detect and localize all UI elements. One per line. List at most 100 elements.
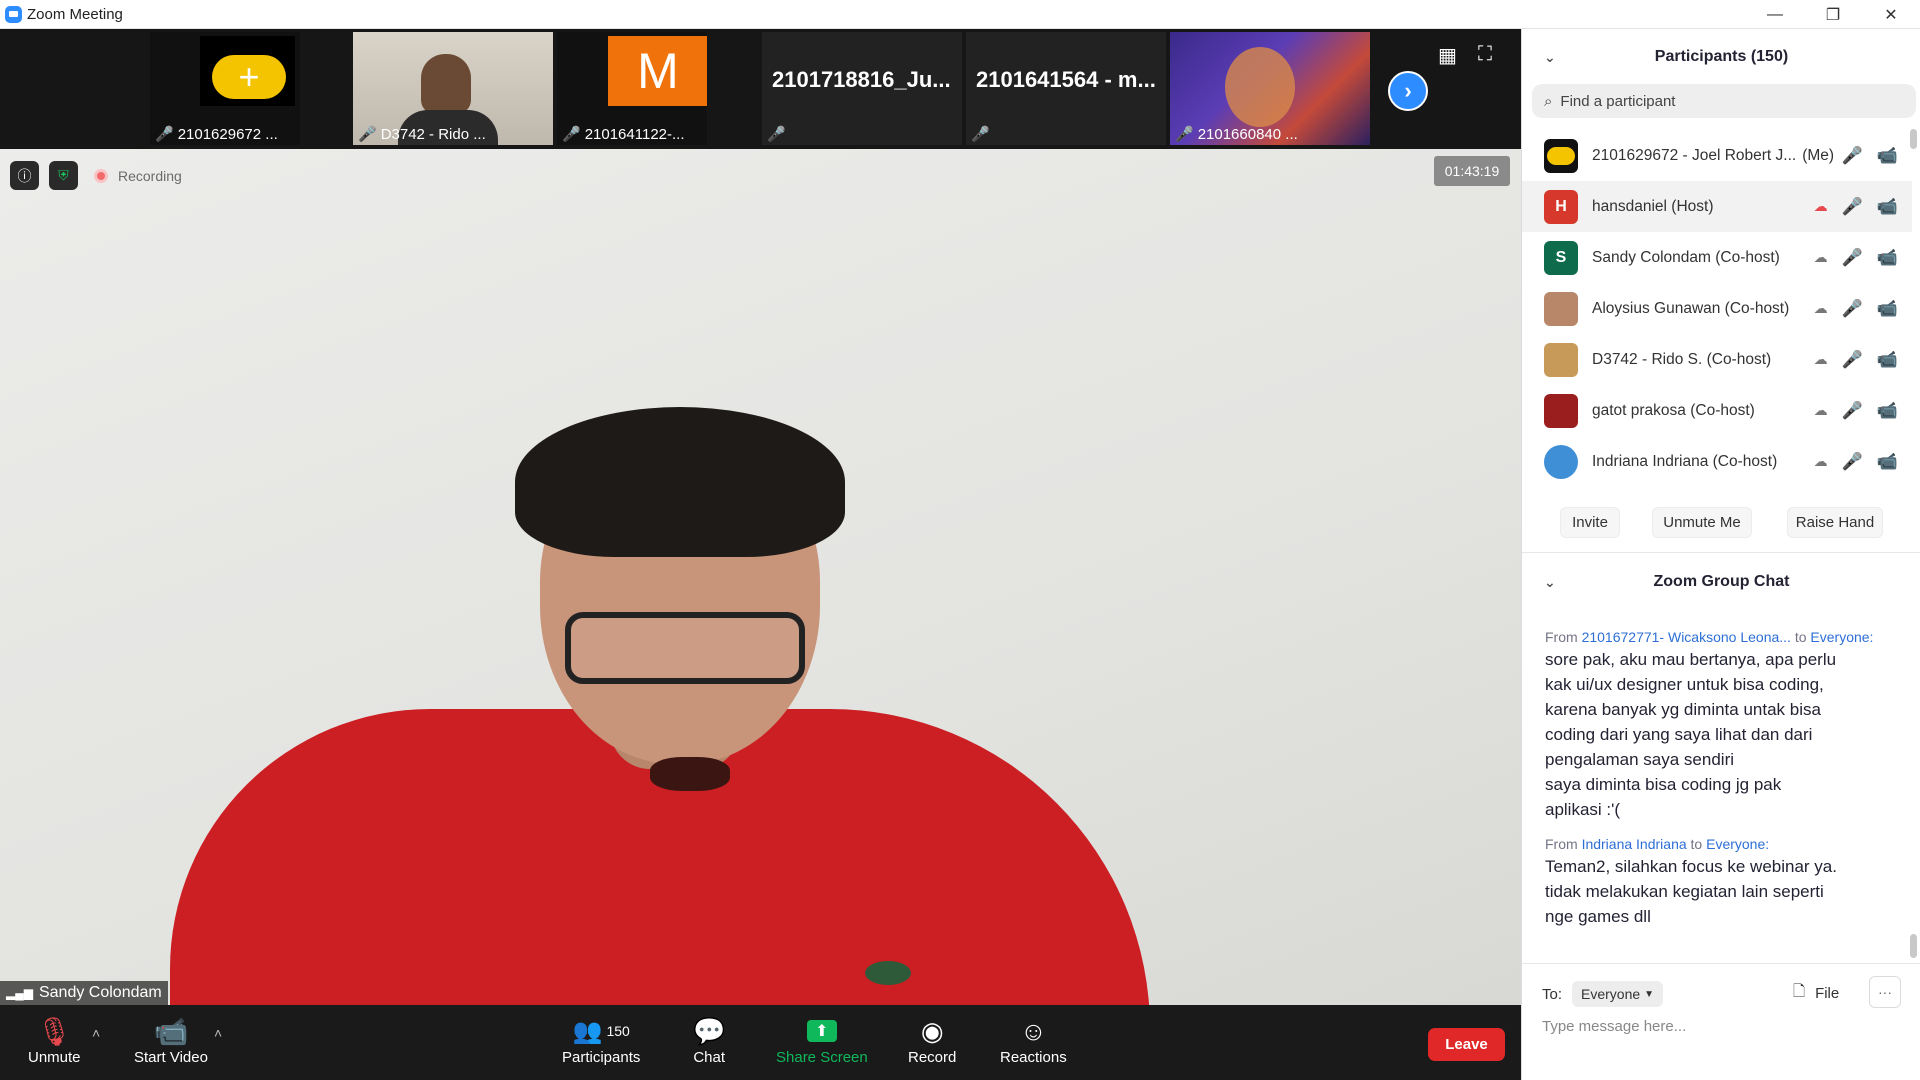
speaker-name-label: ▂▄▆ Sandy Colondam (0, 981, 168, 1005)
cloud-icon: ☁ (1813, 351, 1828, 367)
invite-button[interactable]: Invite (1560, 507, 1620, 538)
muted-mic-icon: 🎤 (1841, 451, 1863, 471)
participant-face-image (421, 54, 471, 114)
meeting-toolbar: 🎙 Unmute ˄ 📹 Start Video ˄ 👥 150 Particip… (0, 1005, 1521, 1080)
recording-cloud-icon: ☁ (1813, 198, 1828, 214)
recipient-select[interactable]: Everyone ▼ (1572, 981, 1664, 1007)
chat-button[interactable]: 💬 Chat (693, 1013, 725, 1067)
participant-search-input[interactable]: ⌕ Find a participant (1532, 84, 1916, 118)
muted-mic-icon: 🎤 (1841, 400, 1863, 420)
participant-name: Indriana Indriana (Co-host) (1592, 452, 1778, 470)
collapse-chevron-icon[interactable]: ⌄ (1544, 49, 1556, 66)
sender-name[interactable]: Indriana Indriana (1582, 836, 1687, 852)
participant-name: hansdaniel (Host) (1592, 197, 1714, 215)
file-button[interactable]: 🗋 File (1793, 981, 1839, 1006)
meeting-area: + 🎤 2101629672 ... 🎤 D3742 - Rido ... M 🎤 2… (0, 29, 1521, 1080)
minimize-button[interactable]: — (1746, 0, 1804, 29)
microphone-icon: 🎤 (1841, 247, 1863, 267)
chat-recipient-row: To: Everyone ▼ (1542, 981, 1664, 1007)
video-thumbnail[interactable]: 🎤 D3742 - Rido ... (353, 32, 553, 145)
sender-name[interactable]: 2101672771- Wicaksono Leona... (1582, 629, 1791, 645)
muted-microphone-icon: 🎙 (36, 1015, 73, 1047)
participant-name: Aloysius Gunawan (Co-host) (1592, 299, 1790, 317)
participant-me-tag: (Me) (1802, 146, 1835, 164)
video-off-icon: 📹 (1876, 298, 1898, 318)
share-screen-button[interactable]: ⬆ Share Screen (776, 1013, 868, 1066)
active-speaker-video: ⓘ ⛨ Recording 01:43:19 ▂▄▆ Sandy Colonda… (0, 149, 1521, 1005)
participant-avatar (1544, 342, 1578, 377)
speaker-glasses-shape (565, 612, 805, 684)
audio-options-caret[interactable]: ˄ (92, 1025, 100, 1041)
cloud-icon: ☁ (1813, 249, 1828, 265)
video-thumbnail[interactable]: 2101718816_Ju... 🎤 (762, 32, 962, 145)
participant-avatar (1544, 444, 1578, 479)
video-thumbnail[interactable]: + 🎤 2101629672 ... (150, 32, 300, 145)
video-off-icon: 📹 (1876, 451, 1898, 471)
participants-header: ⌄ Participants (150) (1544, 48, 1789, 66)
participant-row[interactable]: D3742 - Rido S. (Co-host) ☁ 🎤 📹 (1522, 334, 1912, 385)
muted-mic-icon: 🎤 (562, 126, 581, 143)
close-button[interactable]: ✕ (1862, 0, 1920, 29)
record-icon: ◉ (920, 1015, 944, 1046)
record-button[interactable]: ◉ Record (908, 1013, 956, 1067)
chevron-down-icon: ▼ (1644, 988, 1655, 1000)
next-page-button[interactable]: › (1388, 71, 1428, 111)
file-icon: 🗋 (1793, 983, 1806, 1000)
collapse-chevron-icon[interactable]: ⌄ (1544, 574, 1556, 591)
anime-artwork-image (1225, 47, 1295, 127)
thumbnail-name: 🎤 (971, 125, 990, 143)
more-options-button[interactable]: ··· (1869, 976, 1901, 1008)
recording-indicator-icon (94, 168, 108, 183)
window-title: Zoom Meeting (27, 5, 123, 23)
initial-avatar: M (608, 36, 707, 106)
signal-strength-icon: ▂▄▆ (6, 986, 33, 1000)
gallery-view-icon[interactable]: ▦ (1438, 43, 1457, 68)
thumbnail-name: 🎤 2101629672 ... (155, 125, 278, 144)
chat-divider (1522, 963, 1920, 964)
participants-scrollbar[interactable] (1910, 129, 1917, 149)
thumbnail-name-large: 2101641564 - m... (976, 67, 1156, 92)
restore-button[interactable]: ❐ (1804, 0, 1862, 29)
participant-row[interactable]: Indriana Indriana (Co-host) ☁ 🎤 📹 (1522, 436, 1912, 487)
zoom-logo-icon (5, 5, 22, 23)
chat-scrollbar[interactable] (1910, 934, 1917, 958)
cloud-icon: ☁ (1813, 300, 1828, 316)
security-shield-icon[interactable]: ⛨ (49, 161, 78, 190)
reactions-button[interactable]: ☺ Reactions (1000, 1013, 1067, 1067)
fullscreen-icon[interactable]: ⛶ (1478, 43, 1492, 66)
video-thumbnail[interactable]: 2101641564 - m... 🎤 (966, 32, 1166, 145)
muted-mic-icon: 🎤 (358, 126, 377, 143)
participant-name: Sandy Colondam (Co-host) (1592, 248, 1780, 266)
participant-row[interactable]: gatot prakosa (Co-host) ☁ 🎤 📹 (1522, 385, 1912, 436)
leave-button[interactable]: Leave (1428, 1028, 1505, 1061)
meeting-info-icon[interactable]: ⓘ (10, 161, 39, 190)
video-options-caret[interactable]: ˄ (214, 1025, 222, 1041)
video-thumbnail[interactable]: 🎤 2101660840 ... (1170, 32, 1370, 145)
speaker-mouth-shape (650, 757, 730, 791)
participant-strip: + 🎤 2101629672 ... 🎤 D3742 - Rido ... M 🎤 2… (0, 29, 1521, 149)
muted-mic-icon: 🎤 (971, 126, 990, 143)
participant-row[interactable]: H hansdaniel (Host) ☁ 🎤 📹 (1522, 181, 1912, 232)
cloud-icon: ☁ (1813, 402, 1828, 418)
reactions-smiley-icon: ☺ (1020, 1015, 1047, 1046)
start-video-button[interactable]: 📹 Start Video (134, 1013, 208, 1067)
chat-message-input[interactable]: Type message here... (1542, 1018, 1902, 1035)
participant-name: D3742 - Rido S. (Co-host) (1592, 350, 1772, 368)
unmute-button[interactable]: 🎙 Unmute (28, 1013, 81, 1067)
recipient-name[interactable]: Everyone: (1810, 629, 1873, 645)
thumbnail-name: 🎤 (767, 125, 786, 143)
participant-row[interactable]: Aloysius Gunawan (Co-host) ☁ 🎤 📹 (1522, 283, 1912, 334)
participants-list: 2101629672 - Joel Robert J... (Me) 🎤 📹 H … (1522, 130, 1912, 487)
participant-name: gatot prakosa (Co-host) (1592, 401, 1755, 419)
raise-hand-button[interactable]: Raise Hand (1787, 507, 1883, 538)
recipient-name[interactable]: Everyone: (1706, 836, 1769, 852)
muted-mic-icon: 🎤 (767, 126, 786, 143)
window-titlebar: Zoom Meeting — ❐ ✕ (0, 0, 1920, 29)
message-header: From 2101672771- Wicaksono Leona... to E… (1545, 629, 1874, 645)
video-thumbnail[interactable]: M 🎤 2101641122-... (557, 32, 707, 145)
unmute-me-button[interactable]: Unmute Me (1652, 507, 1752, 538)
participants-button[interactable]: 👥 150 Participants (562, 1013, 640, 1067)
side-panel: ⌄ Participants (150) ⌕ Find a participan… (1521, 29, 1920, 1080)
participant-row[interactable]: S Sandy Colondam (Co-host) ☁ 🎤 📹 (1522, 232, 1912, 283)
participant-row[interactable]: 2101629672 - Joel Robert J... (Me) 🎤 📹 (1522, 130, 1912, 181)
